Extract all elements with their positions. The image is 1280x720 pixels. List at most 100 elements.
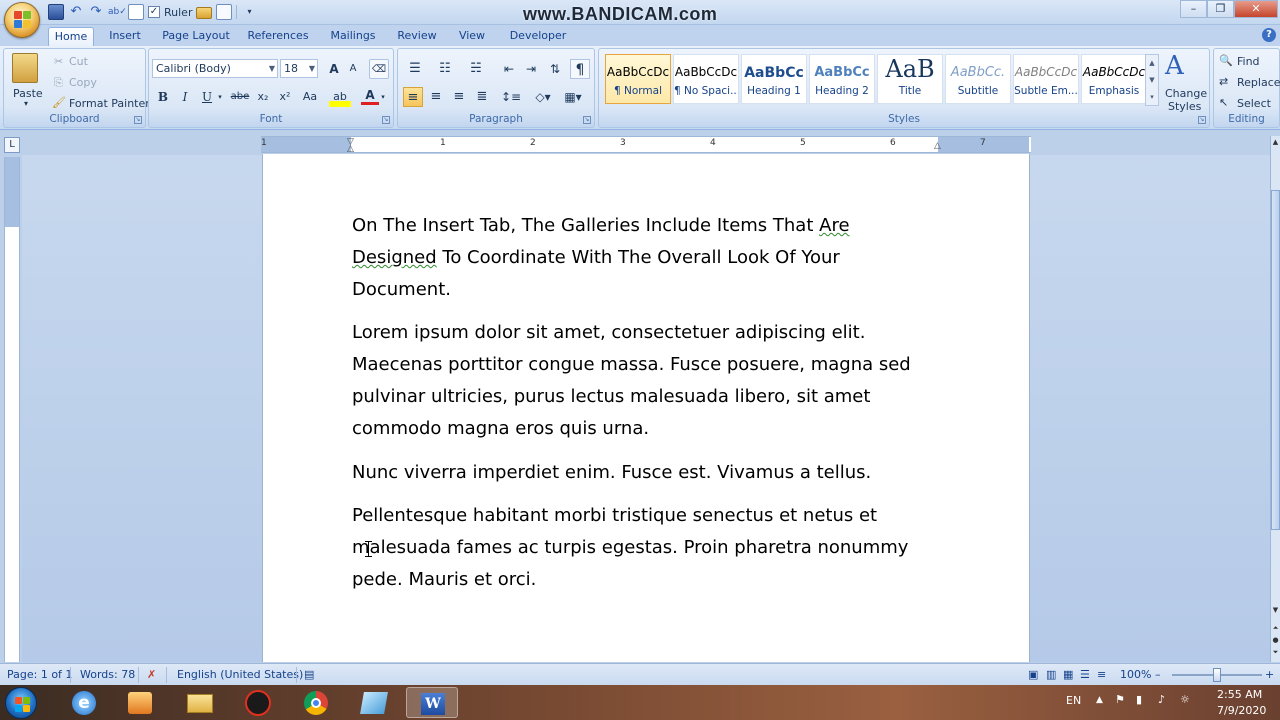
previous-page-icon[interactable]: ⏶ — [1271, 624, 1280, 634]
subscript-button[interactable]: x₂ — [253, 87, 273, 107]
font-size-select[interactable]: 18 ▼ — [280, 59, 318, 78]
style-no-spacing[interactable]: AaBbCcDc ¶ No Spaci... — [673, 54, 739, 104]
scroll-up-icon[interactable]: ▲ — [1271, 138, 1280, 148]
font-family-select[interactable]: Calibri (Body) ▼ — [152, 59, 278, 78]
start-button[interactable] — [5, 687, 37, 719]
decrease-indent-icon[interactable]: ⇤ — [500, 59, 518, 79]
style-emphasis[interactable]: AaBbCcDc Emphasis — [1081, 54, 1147, 104]
change-styles-label-2[interactable]: Styles — [1168, 100, 1201, 113]
grow-font-button[interactable]: A — [325, 59, 343, 79]
italic-button[interactable]: I — [176, 87, 194, 107]
network-icon[interactable]: ▮ — [1136, 693, 1142, 706]
proofing-errors-icon[interactable]: ✗ — [147, 668, 156, 681]
volume-icon[interactable]: ♪ — [1158, 693, 1165, 706]
page-count[interactable]: Page: 1 of 1 — [7, 668, 72, 681]
zoom-slider-thumb[interactable] — [1213, 668, 1221, 682]
office-button[interactable] — [4, 2, 40, 38]
print-layout-view-icon[interactable]: ▣ — [1028, 668, 1038, 681]
right-indent-marker-icon[interactable]: △ — [934, 141, 941, 151]
help-icon[interactable]: ? — [1262, 28, 1276, 42]
taskbar-media-player-icon[interactable] — [114, 687, 166, 718]
underline-dropdown-icon[interactable]: ▾ — [216, 87, 224, 107]
qat-customize-icon[interactable]: ▾ — [241, 4, 257, 20]
web-layout-icon[interactable]: ▦ — [1063, 668, 1073, 681]
multilevel-list-icon[interactable]: ☵ — [464, 59, 488, 79]
tab-review[interactable]: Review — [394, 27, 440, 46]
style-subtle-emphasis[interactable]: AaBbCcDc Subtle Em... — [1013, 54, 1079, 104]
taskbar-bandicam-icon[interactable] — [232, 687, 284, 718]
numbering-icon[interactable]: ☷ — [433, 59, 457, 79]
outline-view-icon[interactable]: ☰ — [1080, 668, 1090, 681]
tab-insert[interactable]: Insert — [104, 27, 146, 46]
clock-time[interactable]: 2:55 AM — [1217, 688, 1262, 701]
taskbar-chrome-icon[interactable] — [290, 687, 342, 718]
tab-developer[interactable]: Developer — [504, 27, 572, 46]
select-button[interactable]: Select — [1237, 97, 1271, 110]
justify-icon[interactable]: ≣ — [472, 87, 492, 107]
paragraph-3[interactable]: Nunc viverra imperdiet enim. Fusce est. … — [352, 457, 871, 489]
shrink-font-button[interactable]: A — [345, 59, 361, 79]
paragraph-2[interactable]: Lorem ipsum dolor sit amet, consectetuer… — [352, 317, 911, 445]
bold-button[interactable]: B — [154, 87, 172, 107]
minimize-button[interactable]: – — [1180, 0, 1207, 18]
style-title[interactable]: AaB Title — [877, 54, 943, 104]
taskbar-file-explorer-icon[interactable] — [174, 687, 226, 718]
print-layout-icon[interactable] — [216, 4, 233, 20]
paste-dropdown-icon[interactable]: ▾ — [24, 99, 28, 108]
paragraph-launcher-icon[interactable]: ↘ — [583, 116, 591, 124]
styles-gallery-scroll[interactable]: ▲ ▼ ▾ — [1145, 54, 1159, 106]
highlight-button[interactable]: ab — [329, 87, 351, 107]
browse-object-icon[interactable]: ● — [1271, 636, 1280, 646]
strikethrough-button[interactable]: abe — [229, 87, 251, 107]
sort-icon[interactable]: ⇅ — [546, 59, 564, 79]
borders-icon[interactable]: ▦▾ — [560, 87, 586, 107]
bullets-icon[interactable]: ☰ — [403, 59, 427, 79]
spelling-icon[interactable]: ab✓ — [108, 4, 127, 20]
find-button[interactable]: Find — [1237, 55, 1260, 68]
copy-button[interactable]: Copy — [69, 76, 97, 89]
word-count[interactable]: Words: 78 — [80, 668, 135, 681]
paragraph-1[interactable]: On The Insert Tab, The Galleries Include… — [352, 210, 850, 306]
power-icon[interactable]: ☼ — [1180, 693, 1190, 706]
tab-references[interactable]: References — [245, 27, 311, 46]
language-bar[interactable]: EN — [1066, 694, 1081, 707]
action-center-flag-icon[interactable]: ⚑ — [1115, 693, 1125, 706]
grammar-flagged-word[interactable]: Are — [819, 215, 849, 236]
full-screen-reading-icon[interactable]: ▥ — [1046, 668, 1056, 681]
tab-mailings[interactable]: Mailings — [324, 27, 382, 46]
scroll-down-icon[interactable]: ▼ — [1271, 606, 1280, 616]
zoom-in-button[interactable]: + — [1265, 668, 1274, 681]
paragraph-4[interactable]: Pellentesque habitant morbi tristique se… — [352, 500, 908, 596]
align-center-icon[interactable]: ≡ — [426, 87, 446, 107]
vertical-scrollbar[interactable]: ▲ ▼ ⏶ ● ⏷ — [1270, 136, 1280, 662]
styles-launcher-icon[interactable]: ↘ — [1198, 116, 1206, 124]
zoom-out-button[interactable]: – — [1155, 668, 1161, 681]
font-launcher-icon[interactable]: ↘ — [382, 116, 390, 124]
print-preview-icon[interactable] — [128, 4, 144, 20]
cut-button[interactable]: Cut — [69, 55, 88, 68]
open-folder-icon[interactable] — [196, 7, 213, 19]
align-left-icon[interactable]: ≡ — [403, 87, 423, 107]
redo-icon[interactable]: ↷ — [88, 4, 104, 20]
draft-view-icon[interactable]: ≡ — [1097, 668, 1106, 681]
tab-selector-button[interactable]: L — [4, 137, 20, 153]
grammar-flagged-word[interactable]: Designed — [352, 247, 437, 268]
underline-button[interactable]: U — [198, 87, 216, 107]
left-indent-marker-icon[interactable]: △ — [347, 144, 354, 154]
zoom-level[interactable]: 100% — [1120, 668, 1151, 681]
clock-date[interactable]: 7/9/2020 — [1217, 704, 1266, 717]
save-icon[interactable] — [48, 4, 64, 20]
increase-indent-icon[interactable]: ⇥ — [522, 59, 540, 79]
horizontal-ruler[interactable]: 1 1 2 3 4 5 6 7 ▽ △ △ — [261, 136, 1031, 154]
language-indicator[interactable]: English (United States) — [177, 668, 303, 681]
taskbar-internet-explorer-icon[interactable]: e — [58, 687, 110, 718]
maximize-button[interactable]: ❐ — [1207, 0, 1234, 18]
tab-view[interactable]: View — [452, 27, 492, 46]
undo-icon[interactable]: ↶ — [68, 4, 84, 20]
macro-recording-icon[interactable]: ▤ — [304, 668, 314, 681]
show-hidden-icons-icon[interactable]: ▲ — [1096, 695, 1103, 705]
superscript-button[interactable]: x² — [275, 87, 295, 107]
shading-icon[interactable]: ◇▾ — [530, 87, 556, 107]
replace-button[interactable]: Replace — [1237, 76, 1280, 89]
vertical-ruler[interactable] — [4, 157, 20, 662]
